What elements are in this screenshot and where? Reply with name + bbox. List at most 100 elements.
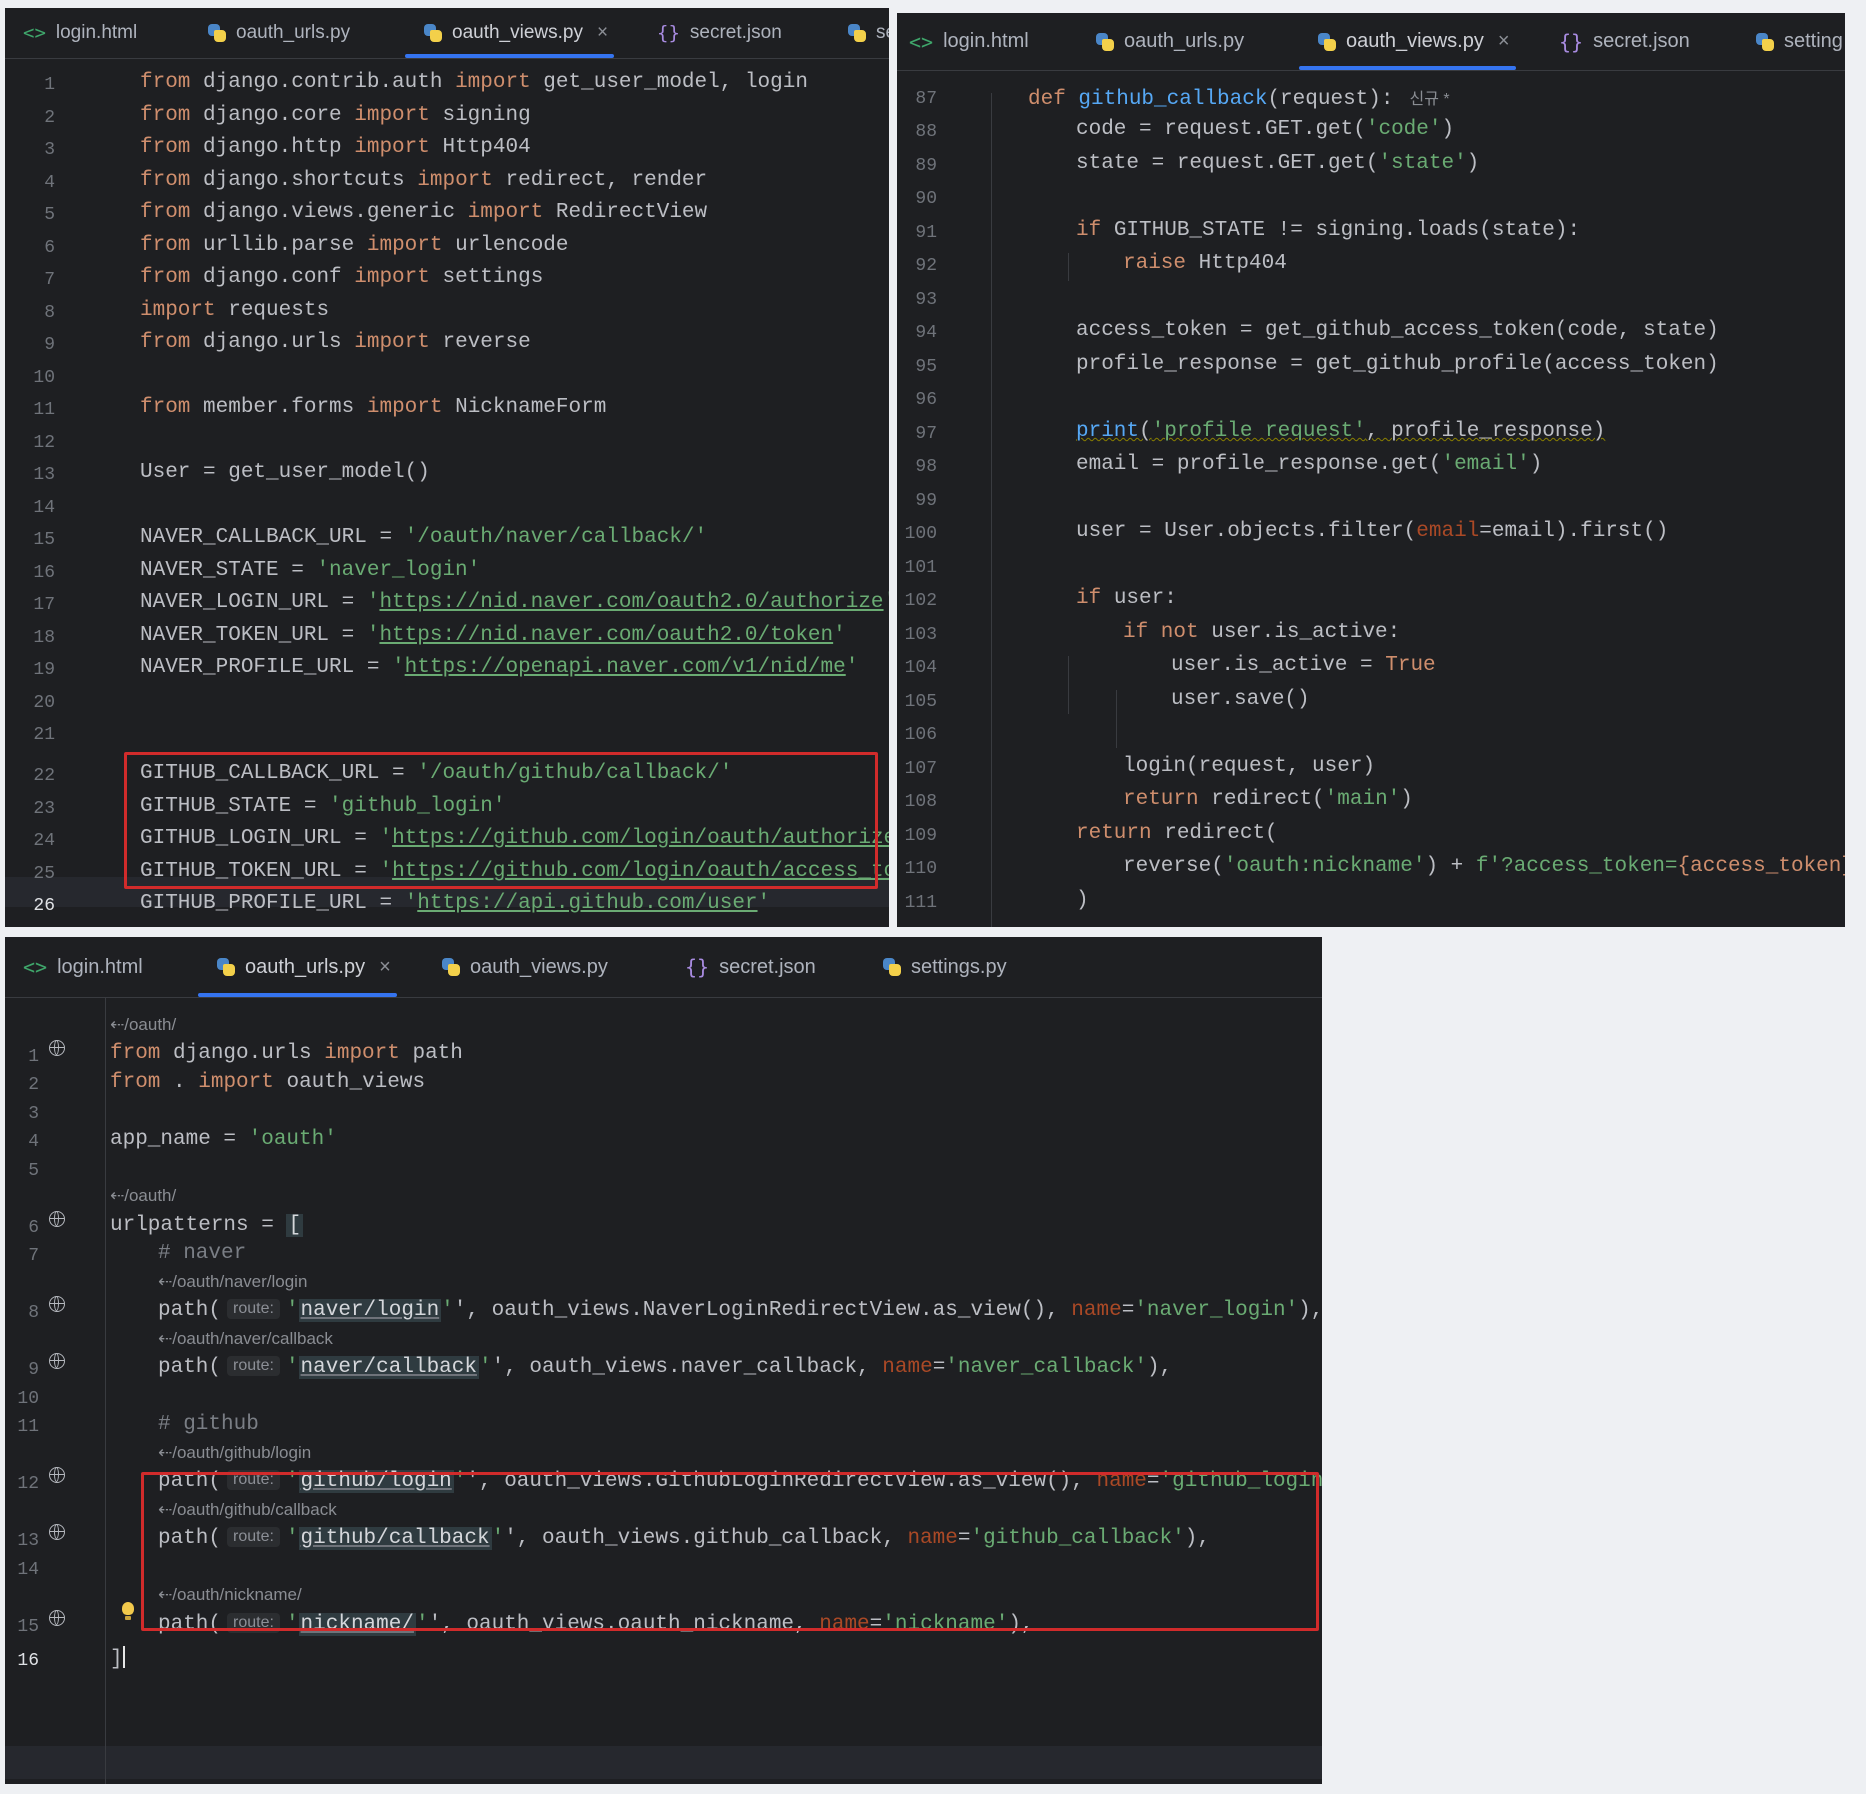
route-inlay-hint: route: — [227, 1470, 280, 1490]
line-number: 23 — [33, 799, 55, 819]
code-line: ) — [1076, 889, 1089, 912]
code-line: raise Http404 — [1123, 252, 1287, 275]
inlay-hint: 신규 * — [1409, 91, 1450, 108]
line-number: 111 — [904, 893, 937, 913]
line-number: 99 — [915, 491, 937, 511]
route-hint[interactable]: ⇠/oauth/github/login — [158, 1443, 311, 1463]
line-number: 16 — [33, 563, 55, 583]
line-number: 94 — [915, 323, 937, 343]
line-number: 8 — [44, 303, 55, 323]
code-area[interactable]: def github_callback(request): 신규 * code =… — [1028, 13, 1845, 927]
code-line: NAVER_TOKEN_URL = 'https://nid.naver.com… — [140, 624, 846, 647]
code-line: reverse('oauth:nickname') + f'?access_to… — [1123, 855, 1845, 878]
code-line: from . import oauth_views — [110, 1071, 426, 1094]
url-link[interactable]: https://github.com/login/oauth/authorize — [392, 827, 889, 850]
line-number: 16 — [17, 1651, 39, 1671]
line-number: 88 — [915, 122, 937, 142]
code-line: path(route:'github/callback'', oauth_vie… — [158, 1527, 1210, 1550]
code-line: ] — [110, 1646, 125, 1671]
line-number: 87 — [915, 89, 937, 109]
route-hint[interactable]: ⇠/oauth/ — [110, 1186, 176, 1206]
line-number: 17 — [33, 595, 55, 615]
line-number: 8 — [28, 1303, 39, 1323]
web-endpoint-icon[interactable] — [49, 1467, 65, 1483]
line-number: 11 — [17, 1417, 39, 1437]
line-number: 13 — [33, 465, 55, 485]
url-link[interactable]: https://nid.naver.com/oauth2.0/authorize — [379, 591, 883, 614]
code-line: GITHUB_STATE = 'github_login' — [140, 795, 506, 818]
line-number: 25 — [33, 864, 55, 884]
web-endpoint-icon[interactable] — [49, 1610, 65, 1626]
route-hint[interactable]: ⇠/oauth/ — [110, 1015, 176, 1035]
web-endpoint-icon[interactable] — [49, 1353, 65, 1369]
code-line: path(route:'github/login'', oauth_views.… — [158, 1470, 1322, 1493]
indent-guide — [105, 997, 106, 1784]
code-line: path(route:'naver/login'', oauth_views.N… — [158, 1299, 1322, 1322]
code-line: from django.conf import settings — [140, 266, 544, 289]
line-number: 10 — [33, 368, 55, 388]
code-line: from member.forms import NicknameForm — [140, 396, 607, 419]
line-number: 90 — [915, 189, 937, 209]
code-line: GITHUB_LOGIN_URL = 'https://github.com/l… — [140, 827, 889, 850]
web-endpoint-icon[interactable] — [49, 1211, 65, 1227]
line-number: 13 — [17, 1531, 39, 1551]
line-number: 3 — [28, 1104, 39, 1124]
text-caret — [122, 1646, 125, 1668]
editor-pane-bottom: <> login.html oauth_urls.py × oauth_views.… — [5, 937, 1322, 1784]
route-inlay-hint: route: — [227, 1356, 280, 1376]
line-number: 12 — [17, 1474, 39, 1494]
line-number: 5 — [44, 205, 55, 225]
line-number: 103 — [904, 625, 937, 645]
line-number: 1 — [44, 75, 55, 95]
url-link[interactable]: https://github.com/login/oauth/access_to… — [392, 860, 889, 883]
line-number: 89 — [915, 156, 937, 176]
line-number: 6 — [44, 238, 55, 258]
code-line: profile_response = get_github_profile(ac… — [1076, 353, 1719, 376]
route-hint[interactable]: ⇠/oauth/github/callback — [158, 1500, 337, 1520]
code-line: GITHUB_CALLBACK_URL = '/oauth/github/cal… — [140, 762, 733, 785]
line-number: 9 — [28, 1360, 39, 1380]
web-endpoint-icon[interactable] — [49, 1296, 65, 1312]
web-endpoint-icon[interactable] — [49, 1040, 65, 1056]
line-number: 1 — [28, 1047, 39, 1067]
code-line: if not user.is_active: — [1123, 621, 1401, 644]
code-line: from django.views.generic import Redirec… — [140, 201, 708, 224]
line-number: 98 — [915, 457, 937, 477]
line-number: 14 — [33, 498, 55, 518]
url-link[interactable]: https://api.github.com/user — [417, 892, 757, 915]
code-comment: # github — [158, 1413, 259, 1436]
code-area[interactable]: ⇠/oauth/ from django.urls import path fr… — [110, 937, 1322, 1784]
line-number: 107 — [904, 759, 937, 779]
line-number: 11 — [33, 400, 55, 420]
line-number: 7 — [44, 270, 55, 290]
line-number: 108 — [904, 792, 937, 812]
editor-pane-top-left: <> login.html oauth_urls.py oauth_views.p… — [5, 8, 889, 927]
code-line: NAVER_STATE = 'naver_login' — [140, 559, 481, 582]
line-number: 22 — [33, 766, 55, 786]
code-area[interactable]: from django.contrib.auth import get_user… — [140, 8, 889, 927]
route-hint[interactable]: ⇠/oauth/naver/login — [158, 1272, 307, 1292]
line-number-gutter: 1 2 3 4 5 6 7 8 9 10 11 12 13 14 15 16 1… — [5, 8, 55, 927]
code-line: from django.urls import reverse — [140, 331, 531, 354]
code-line: User = get_user_model() — [140, 461, 430, 484]
line-number: 4 — [44, 173, 55, 193]
line-number-gutter: 87 88 89 90 91 92 93 94 95 96 97 98 99 1… — [897, 13, 937, 927]
line-number: 18 — [33, 628, 55, 648]
url-link[interactable]: https://openapi.naver.com/v1/nid/me — [405, 656, 846, 679]
web-endpoint-icon[interactable] — [49, 1524, 65, 1540]
line-number: 3 — [44, 140, 55, 160]
indent-guide — [991, 93, 992, 927]
editor-pane-top-right: <> login.html oauth_urls.py oauth_views.p… — [897, 13, 1845, 927]
line-number: 15 — [17, 1617, 39, 1637]
code-line: login(request, user) — [1123, 755, 1376, 778]
code-line: def github_callback(request): 신규 * — [1028, 88, 1450, 111]
code-line: from django.shortcuts import redirect, r… — [140, 169, 708, 192]
line-number: 15 — [33, 530, 55, 550]
line-number: 12 — [33, 433, 55, 453]
code-line: urlpatterns = [ — [110, 1214, 304, 1237]
route-inlay-hint: route: — [227, 1613, 280, 1633]
route-hint[interactable]: ⇠/oauth/nickname/ — [158, 1585, 302, 1605]
url-link[interactable]: https://nid.naver.com/oauth2.0/token — [379, 624, 833, 647]
route-hint[interactable]: ⇠/oauth/naver/callback — [158, 1329, 333, 1349]
line-number: 2 — [28, 1075, 39, 1095]
